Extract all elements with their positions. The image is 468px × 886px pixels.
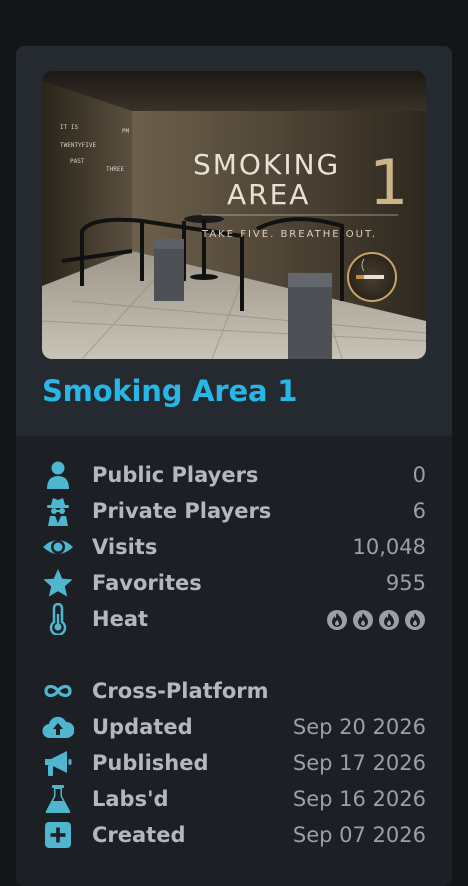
detail-label: Updated [92,715,193,739]
spy-icon [42,495,74,527]
detail-value: Sep 20 2026 [292,715,426,739]
star-icon [42,567,74,599]
wall-text-2: PM [122,128,130,135]
card-header: IT IS PM TWENTYFIVE PAST THREE SMOKING A… [16,46,452,436]
stat-row-public-players: Public Players 0 [42,457,426,493]
stat-row-favorites: Favorites 955 [42,565,426,601]
stat-row-private-players: Private Players 6 [42,493,426,529]
stat-row-visits: Visits 10,048 [42,529,426,565]
stat-value: 0 [412,463,426,487]
stat-value: 6 [412,499,426,523]
detail-label: Published [92,751,209,775]
person-icon [42,459,74,491]
detail-row-updated: Updated Sep 20 2026 [42,709,426,745]
detail-row-labs: Labs'd Sep 16 2026 [42,781,426,817]
eye-icon [42,531,74,563]
world-thumbnail[interactable]: IT IS PM TWENTYFIVE PAST THREE SMOKING A… [42,71,426,359]
detail-label: Created [92,823,186,847]
detail-row-published: Published Sep 17 2026 [42,745,426,781]
stat-label: Visits [92,535,158,559]
detail-label: Cross-Platform [92,679,269,703]
thumbnail-title-line2: AREA [227,178,310,211]
detail-row-cross-platform: Cross-Platform [42,673,426,709]
flask-icon [42,783,74,815]
detail-label: Labs'd [92,787,169,811]
world-card: IT IS PM TWENTYFIVE PAST THREE SMOKING A… [16,46,452,886]
stat-label: Heat [92,607,149,631]
stat-label: Public Players [92,463,259,487]
stat-row-heat: Heat [42,601,426,637]
detail-value: Sep 07 2026 [292,823,426,847]
flame-icon [326,609,348,631]
wall-text-1: IT IS [60,124,78,131]
stat-label: Favorites [92,571,202,595]
thumbnail-tagline: TAKE FIVE. BREATHE OUT. [201,229,377,240]
world-title[interactable]: Smoking Area 1 [42,374,297,408]
flame-icon [378,609,400,631]
heat-level [322,609,426,633]
wall-text-5: THREE [106,166,124,173]
stat-value: 10,048 [352,535,426,559]
plus-square-icon [42,819,74,851]
wall-text-4: PAST [70,158,85,165]
thumbnail-title-line1: SMOKING [193,148,340,181]
thumbnail-number: 1 [369,146,408,219]
infinity-icon [42,675,74,707]
megaphone-icon [42,747,74,779]
flame-icon [404,609,426,631]
detail-row-created: Created Sep 07 2026 [42,817,426,853]
stat-label: Private Players [92,499,272,523]
thermometer-icon [42,603,74,635]
detail-value: Sep 16 2026 [292,787,426,811]
thumbnail-image: IT IS PM TWENTYFIVE PAST THREE SMOKING A… [42,71,426,359]
stat-value: 955 [385,571,426,595]
detail-value: Sep 17 2026 [292,751,426,775]
flame-icon [352,609,374,631]
wall-text-3: TWENTYFIVE [60,142,97,149]
cloud-upload-icon [42,711,74,743]
